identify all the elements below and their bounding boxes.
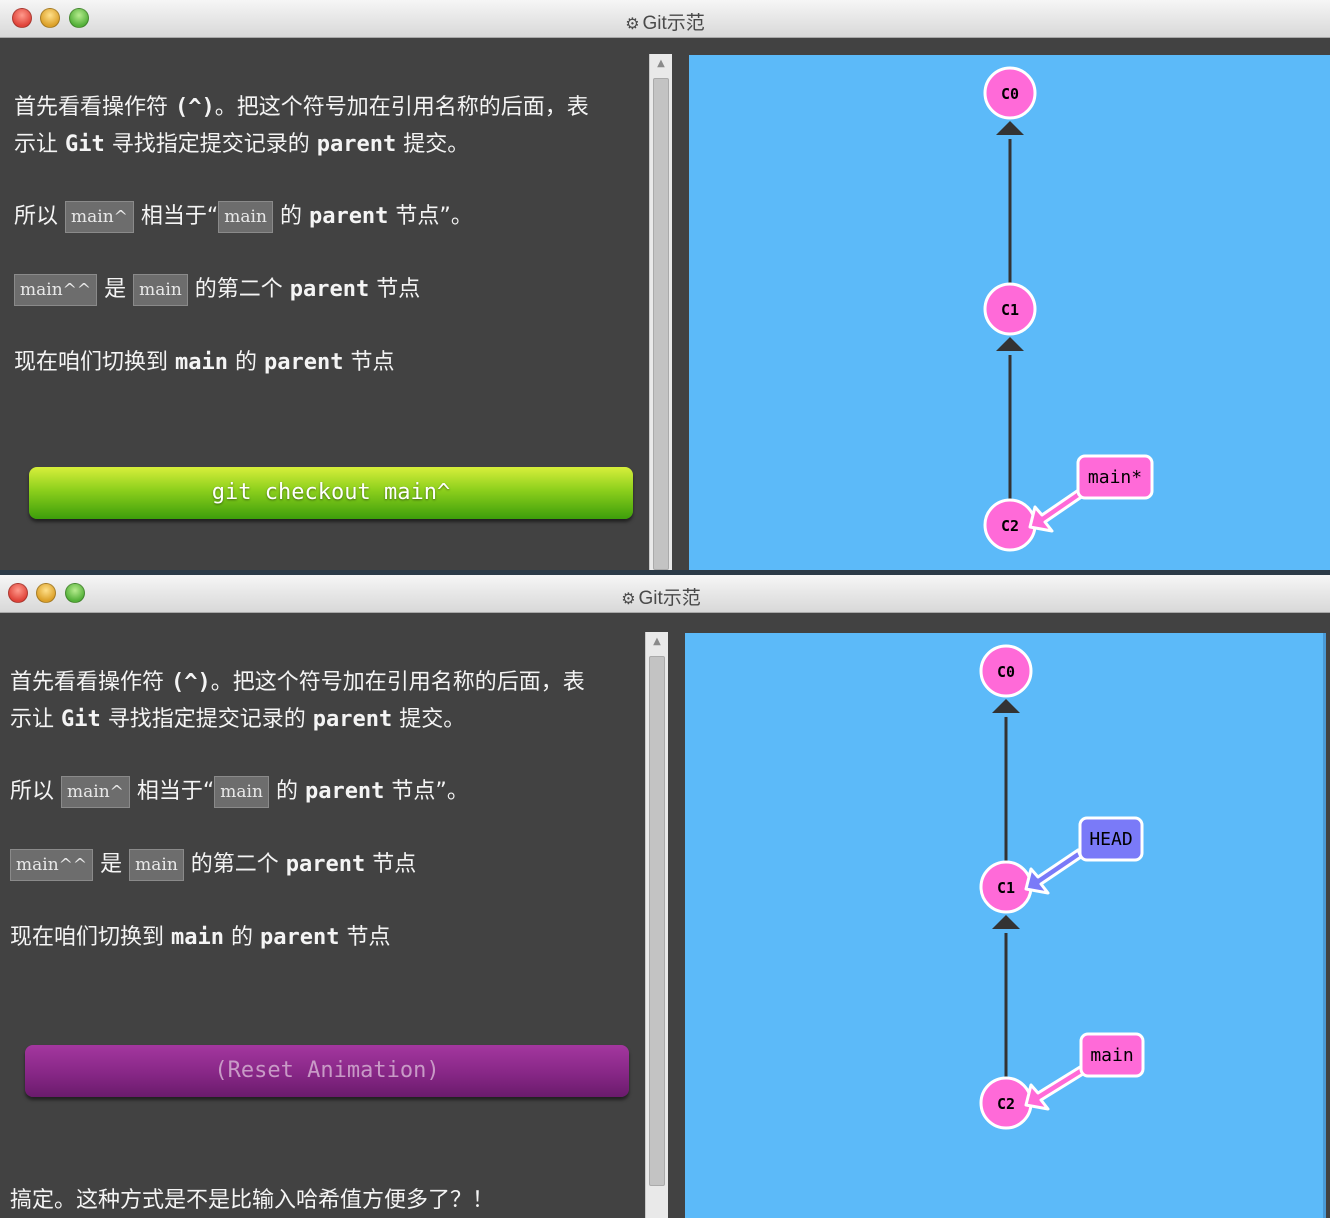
paragraph-double-caret: main^^ 是 main 的第二个 parent 节点 (10, 846, 416, 883)
arrowhead-icon (996, 121, 1024, 135)
scroll-up-arrow[interactable]: ▲ (646, 632, 668, 652)
scroll-up-arrow[interactable]: ▲ (650, 54, 672, 74)
code-snippet: main (218, 201, 273, 233)
paragraph-operator-intro-line2: 示让 Git 寻找指定提交记录的 parent 提交。 (10, 707, 466, 732)
branch-head[interactable]: HEAD (1024, 816, 1144, 895)
paragraph-operator-intro-line2: 示让 Git 寻找指定提交记录的 parent 提交。 (14, 132, 470, 157)
code-snippet: main^ (61, 776, 130, 808)
code-snippet: main (133, 274, 188, 306)
branch-label-main: main* (1088, 467, 1142, 488)
paragraph-double-caret: main^^ 是 main 的第二个 parent 节点 (14, 271, 420, 308)
git-checkout-command-button[interactable]: git checkout main^ (29, 467, 633, 519)
gear-icon: ⚙ (625, 16, 640, 33)
window-title-text: Git示范 (642, 13, 705, 34)
paragraph-main-caret: 所以 main^ 相当于“ main 的 parent 节点”。 (10, 773, 469, 810)
window-titlebar: ⚙ Git示范 (0, 575, 1330, 613)
code-snippet: main^^ (10, 849, 94, 881)
instruction-scrollbar[interactable]: ▲ (645, 632, 668, 1218)
code-snippet: main^^ (14, 274, 98, 306)
commit-label-c0: C0 (997, 663, 1015, 681)
code-snippet: main (129, 849, 184, 881)
code-snippet: main (214, 776, 269, 808)
branch-main[interactable]: main (1024, 1032, 1145, 1111)
window-title: ⚙ Git示范 (0, 583, 1330, 610)
instruction-scrollbar[interactable]: ▲ (649, 54, 672, 570)
git-graph-canvas: C0 C1 C2 main* (689, 55, 1330, 570)
commit-node-c0[interactable]: C0 (983, 66, 1037, 120)
branch-arrow-icon (1028, 487, 1085, 533)
branch-arrow-icon (1024, 1065, 1085, 1111)
instruction-pane: 首先看看操作符 (^)。把这个符号加在引用名称的后面，表 示让 Git 寻找指定… (0, 39, 644, 570)
window-title: ⚙ Git示范 (0, 8, 1330, 35)
commit-graph: C0 C1 C2 main* (983, 66, 1154, 552)
paragraph-switch-parent: 现在咱们切换到 main 的 parent 节点 (14, 350, 395, 375)
arrowhead-icon (992, 699, 1020, 713)
paragraph-operator-intro-line1: 首先看看操作符 (^)。把这个符号加在引用名称的后面，表 (14, 95, 589, 120)
paragraph-switch-parent: 现在咱们切换到 main 的 parent 节点 (10, 925, 391, 950)
code-snippet: main^ (65, 201, 134, 233)
commit-node-c1[interactable]: C1 (979, 860, 1033, 914)
instruction-pane: 首先看看操作符 (^)。把这个符号加在引用名称的后面，表 示让 Git 寻找指定… (0, 614, 640, 1218)
branch-arrow-icon (1024, 848, 1083, 895)
scroll-thumb[interactable] (649, 656, 665, 1186)
commit-label-c0: C0 (1001, 85, 1019, 103)
demo-window-after: ⚙ Git示范 首先看看操作符 (^)。把这个符号加在引用名称的后面，表 示让 G… (0, 575, 1330, 1218)
arrowhead-icon (992, 915, 1020, 929)
commit-graph: C0 C1 C2 HEAD main (979, 644, 1145, 1130)
paragraph-done: 搞定。这种方式是不是比输入哈希值方便多了？！ (10, 1188, 495, 1213)
commit-node-c0[interactable]: C0 (979, 644, 1033, 698)
branch-label-head: HEAD (1089, 829, 1132, 850)
demo-window-before: ⚙ Git示范 首先看看操作符 (^)。把这个符号加在引用名称的后面，表 示让 G… (0, 0, 1330, 570)
reset-animation-button[interactable]: (Reset Animation) (25, 1045, 629, 1097)
paragraph-operator-intro-line1: 首先看看操作符 (^)。把这个符号加在引用名称的后面，表 (10, 670, 585, 695)
window-titlebar: ⚙ Git示范 (0, 0, 1330, 38)
commit-node-c2[interactable]: C2 (983, 498, 1037, 552)
scroll-thumb[interactable] (653, 78, 669, 570)
branch-main[interactable]: main* (1028, 454, 1154, 533)
commit-label-c2: C2 (1001, 517, 1019, 535)
commit-label-c2: C2 (997, 1095, 1015, 1113)
commit-label-c1: C1 (1001, 301, 1019, 319)
commit-node-c1[interactable]: C1 (983, 282, 1037, 336)
arrowhead-icon (996, 337, 1024, 351)
gear-icon: ⚙ (621, 591, 636, 608)
commit-label-c1: C1 (997, 879, 1015, 897)
git-graph-canvas: C0 C1 C2 HEAD main (685, 633, 1326, 1218)
branch-label-main: main (1090, 1045, 1133, 1066)
window-title-text: Git示范 (638, 588, 701, 609)
commit-node-c2[interactable]: C2 (979, 1076, 1033, 1130)
paragraph-main-caret: 所以 main^ 相当于“ main 的 parent 节点”。 (14, 198, 473, 235)
